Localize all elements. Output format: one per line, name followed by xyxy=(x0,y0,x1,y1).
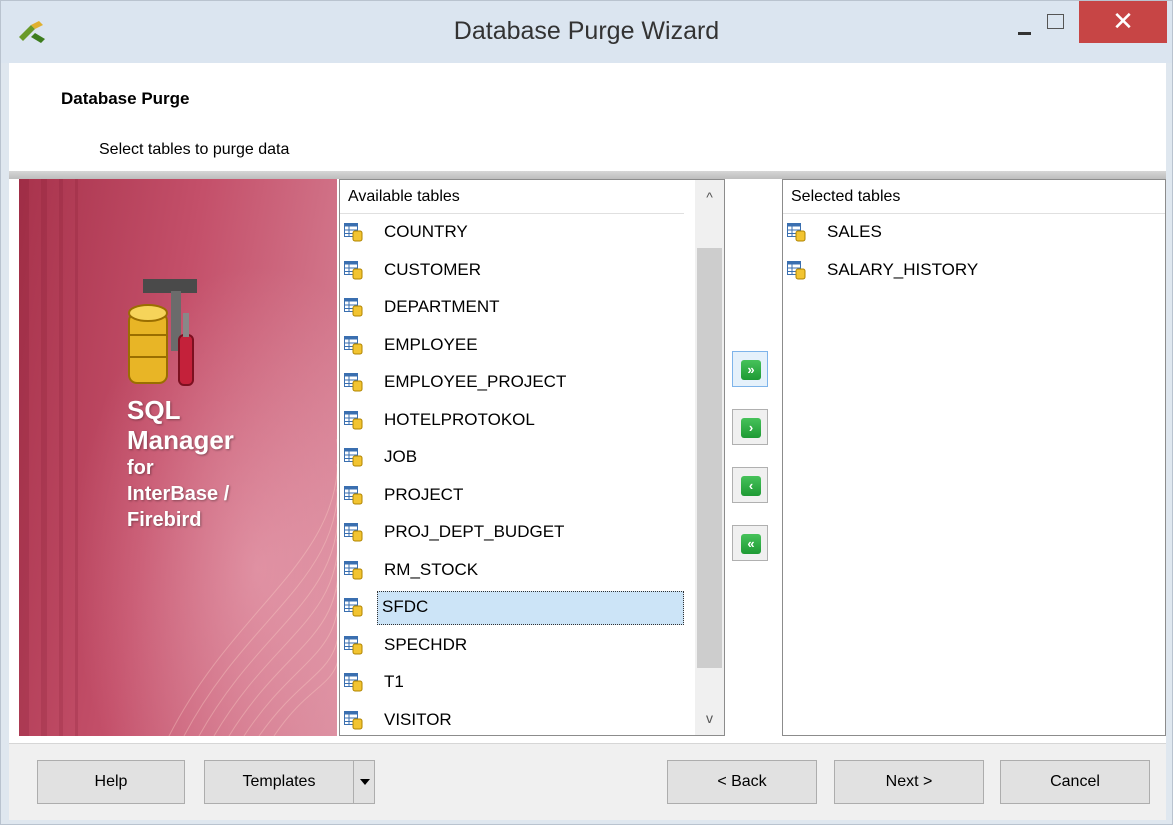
product-name-line5: Firebird xyxy=(127,509,202,531)
table-name: HOTELPROTOKOL xyxy=(384,409,535,429)
table-icon xyxy=(344,598,363,617)
double-arrow-right-icon: » xyxy=(741,360,761,380)
next-button[interactable]: Next > xyxy=(834,760,984,804)
table-list-item[interactable]: SFDC xyxy=(340,591,686,625)
table-icon xyxy=(344,523,363,542)
product-name-line2: Manager xyxy=(127,425,234,455)
table-list-item[interactable]: SPECHDR xyxy=(340,629,686,663)
templates-button[interactable]: Templates xyxy=(204,760,354,804)
table-icon xyxy=(787,260,806,279)
table-name: PROJECT xyxy=(384,484,464,504)
table-name: CUSTOMER xyxy=(384,259,481,279)
table-name: SFDC xyxy=(377,591,684,625)
table-icon xyxy=(344,223,363,242)
table-icon xyxy=(344,298,363,317)
product-name-line4: InterBase / xyxy=(127,483,230,505)
table-name: PROJ_DEPT_BUDGET xyxy=(384,522,565,541)
table-icon xyxy=(344,485,363,504)
table-name: SALARY_HISTORY xyxy=(827,259,979,279)
table-name: SPECHDR xyxy=(384,634,468,654)
table-list-item[interactable]: HOTELPROTOKOL xyxy=(340,404,686,438)
wizard-content: Database Purge Select tables to purge da… xyxy=(9,63,1166,820)
selected-tables-header: Selected tables xyxy=(783,180,1165,214)
help-button-label: Help xyxy=(94,773,128,790)
double-arrow-left-icon: « xyxy=(741,534,761,554)
next-button-label: Next > xyxy=(885,773,933,790)
scroll-down-button[interactable]: v xyxy=(695,701,724,735)
help-button[interactable]: Help xyxy=(37,760,185,804)
table-list-item[interactable]: VISITOR xyxy=(340,704,686,736)
table-name: SALES xyxy=(827,222,882,241)
arrow-left-icon: ‹ xyxy=(741,476,761,496)
table-name: VISITOR xyxy=(384,709,452,729)
table-icon xyxy=(344,673,363,692)
title-bar[interactable]: Database Purge Wizard ✕ xyxy=(1,1,1172,63)
product-name: SQL Manager for InterBase / Firebird xyxy=(127,397,234,531)
table-list-item[interactable]: RM_STOCK xyxy=(340,554,686,588)
product-banner: SQL Manager for InterBase / Firebird xyxy=(19,179,337,736)
table-list-item[interactable]: PROJECT xyxy=(340,479,686,513)
table-list-item[interactable]: PROJ_DEPT_BUDGET xyxy=(340,516,686,550)
wizard-window: Database Purge Wizard ✕ Database Purge S… xyxy=(0,0,1173,825)
header-separator xyxy=(9,171,1166,179)
table-name: EMPLOYEE xyxy=(384,334,478,354)
table-list-item[interactable]: EMPLOYEE_PROJECT xyxy=(340,366,686,400)
table-list-item[interactable]: SALES xyxy=(783,216,1165,250)
add-button[interactable]: › xyxy=(732,409,768,445)
product-logo-icon xyxy=(128,279,197,386)
table-name: JOB xyxy=(384,447,418,466)
window-title: Database Purge Wizard xyxy=(453,17,720,45)
selected-tables-list[interactable]: Selected tables SALES SALARY_HISTORY xyxy=(782,179,1166,736)
back-button[interactable]: < Back xyxy=(667,760,817,804)
available-tables-scrollbar[interactable]: ^ v xyxy=(695,180,724,735)
table-icon xyxy=(344,448,363,467)
table-icon xyxy=(787,223,806,242)
table-icon xyxy=(344,710,363,729)
table-list-item[interactable]: COUNTRY xyxy=(340,216,686,250)
page-subtitle: Select tables to purge data xyxy=(99,141,290,158)
table-list-item[interactable]: SALARY_HISTORY xyxy=(783,254,1165,288)
product-name-line1: SQL xyxy=(127,395,181,425)
wizard-footer: Help Templates < Back Next > Cancel xyxy=(9,743,1166,820)
wizard-header: Database Purge Select tables to purge da… xyxy=(9,63,1166,171)
table-icon xyxy=(344,635,363,654)
table-name: RM_STOCK xyxy=(384,559,479,579)
maximize-button[interactable] xyxy=(1036,6,1074,40)
table-icon xyxy=(344,260,363,279)
table-name: DEPARTMENT xyxy=(384,297,500,316)
cancel-button[interactable]: Cancel xyxy=(1000,760,1150,804)
remove-all-button[interactable]: « xyxy=(732,525,768,561)
scroll-thumb[interactable] xyxy=(697,248,722,668)
table-name: COUNTRY xyxy=(384,222,468,241)
back-button-label: < Back xyxy=(717,773,767,790)
table-name: EMPLOYEE_PROJECT xyxy=(384,372,567,391)
table-icon xyxy=(344,560,363,579)
table-list-item[interactable]: T1 xyxy=(340,666,686,700)
templates-button-label: Templates xyxy=(242,773,316,790)
table-name: T1 xyxy=(384,672,404,691)
remove-button[interactable]: ‹ xyxy=(732,467,768,503)
arrow-right-icon: › xyxy=(741,418,761,438)
available-tables-list[interactable]: Available tables COUNTRY CUSTOMER DEPARTME… xyxy=(339,179,725,736)
table-icon xyxy=(344,373,363,392)
table-list-item[interactable]: JOB xyxy=(340,441,686,475)
table-icon xyxy=(344,410,363,429)
scroll-up-button[interactable]: ^ xyxy=(695,180,724,214)
page-title: Database Purge xyxy=(61,89,190,108)
table-list-item[interactable]: CUSTOMER xyxy=(340,254,686,288)
table-list-item[interactable]: DEPARTMENT xyxy=(340,291,686,325)
templates-dropdown-button[interactable] xyxy=(353,760,375,804)
cancel-button-label: Cancel xyxy=(1050,773,1100,790)
table-list-item[interactable]: EMPLOYEE xyxy=(340,329,686,363)
add-all-button[interactable]: » xyxy=(732,351,768,387)
close-button[interactable]: ✕ xyxy=(1079,1,1167,43)
table-icon xyxy=(344,335,363,354)
available-tables-header: Available tables xyxy=(340,180,684,214)
product-name-line3: for xyxy=(127,457,154,479)
